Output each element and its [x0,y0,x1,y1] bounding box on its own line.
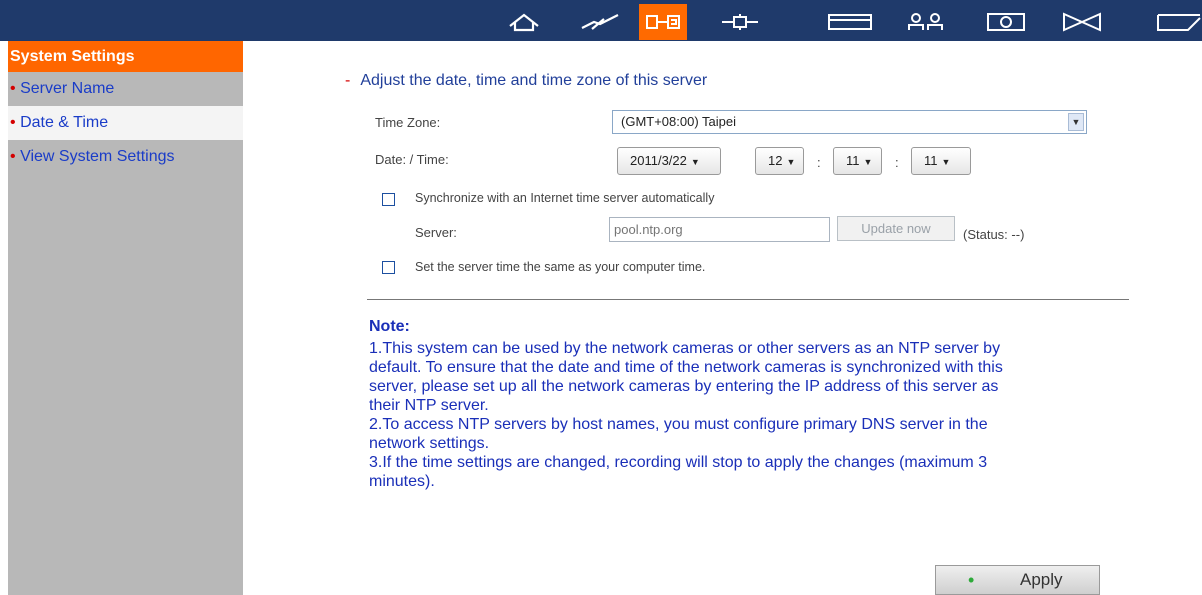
time-zone-value: (GMT+08:00) Taipei [621,114,737,129]
collapse-toggle[interactable]: - [345,72,350,89]
note-line: network settings. [369,435,490,452]
tools-icon[interactable] [1154,4,1202,40]
divider [367,299,1129,300]
chevron-down-icon: ▼ [863,157,873,167]
chevron-down-icon: ▼ [690,157,700,167]
sidebar-item-view-system-settings[interactable]: • View System Settings [8,140,243,174]
sync-time-server-checkbox[interactable] [382,193,395,206]
note-line: default. To ensure that the date and tim… [369,359,1003,376]
apply-label: Apply [1020,570,1063,589]
ntp-server-input[interactable] [609,217,830,242]
note-line: their NTP server. [369,397,489,414]
note-line: 1.This system can be used by the network… [369,340,1001,357]
apply-button[interactable]: • Apply [935,565,1100,595]
date-value: 2011/3/22 [630,153,687,168]
date-time-label: Date: / Time: [375,152,449,167]
flash-icon[interactable] [576,4,624,40]
chevron-down-icon: ▼ [1068,113,1084,131]
sidebar: System Settings • Server Name • Date & T… [8,41,243,595]
time-zone-select[interactable]: (GMT+08:00) Taipei ▼ [612,110,1087,134]
date-dropdown[interactable]: 2011/3/22 ▼ [617,147,721,175]
server-label: Server: [415,225,457,240]
section-title: - Adjust the date, time and time zone of … [345,72,707,90]
sync-time-server-label: Synchronize with an Internet time server… [415,191,715,205]
chevron-down-icon: ▼ [941,157,951,167]
note-line: 2.To access NTP servers by host names, y… [369,416,988,433]
sidebar-item-server-name[interactable]: • Server Name [8,72,243,106]
top-navigation-bar [0,0,1202,41]
users-icon[interactable] [902,4,950,40]
sidebar-item-label: Server Name [20,80,115,97]
sync-status: (Status: --) [963,227,1025,242]
note-line: server, please set up all the network ca… [369,378,999,395]
hour-dropdown[interactable]: 12 ▼ [755,147,804,175]
home-icon[interactable] [500,4,548,40]
use-computer-time-label: Set the server time the same as your com… [415,260,706,274]
hour-value: 12 [768,153,783,168]
bullet: • [10,80,16,97]
note-title: Note: [369,318,410,335]
network-icon[interactable] [716,4,764,40]
server-settings-icon[interactable] [639,4,687,40]
time-separator: : [895,155,899,170]
note-line: 3.If the time settings are changed, reco… [369,454,988,471]
section-title-text: Adjust the date, time and time zone of t… [360,72,708,89]
time-separator: : [817,155,821,170]
storage-icon[interactable] [826,4,874,40]
second-value: 11 [924,153,938,168]
sidebar-item-label: View System Settings [20,148,175,165]
minute-value: 11 [846,153,860,168]
sidebar-item-label: Date & Time [20,114,109,131]
minute-dropdown[interactable]: 11 ▼ [833,147,882,175]
time-zone-label: Time Zone: [375,115,441,130]
update-now-button[interactable]: Update now [837,216,955,241]
services-icon[interactable] [1058,4,1106,40]
apply-dot-icon: • [968,570,975,590]
use-computer-time-checkbox[interactable] [382,261,395,274]
main-content: - Adjust the date, time and time zone of … [243,41,1202,595]
bullet: • [10,114,16,131]
second-dropdown[interactable]: 11 ▼ [911,147,971,175]
bullet: • [10,148,16,165]
note-line: minutes). [369,473,435,490]
camera-icon[interactable] [982,4,1030,40]
sidebar-title: System Settings [8,41,243,72]
sidebar-item-date-time[interactable]: • Date & Time [8,106,243,140]
chevron-down-icon: ▼ [786,157,796,167]
